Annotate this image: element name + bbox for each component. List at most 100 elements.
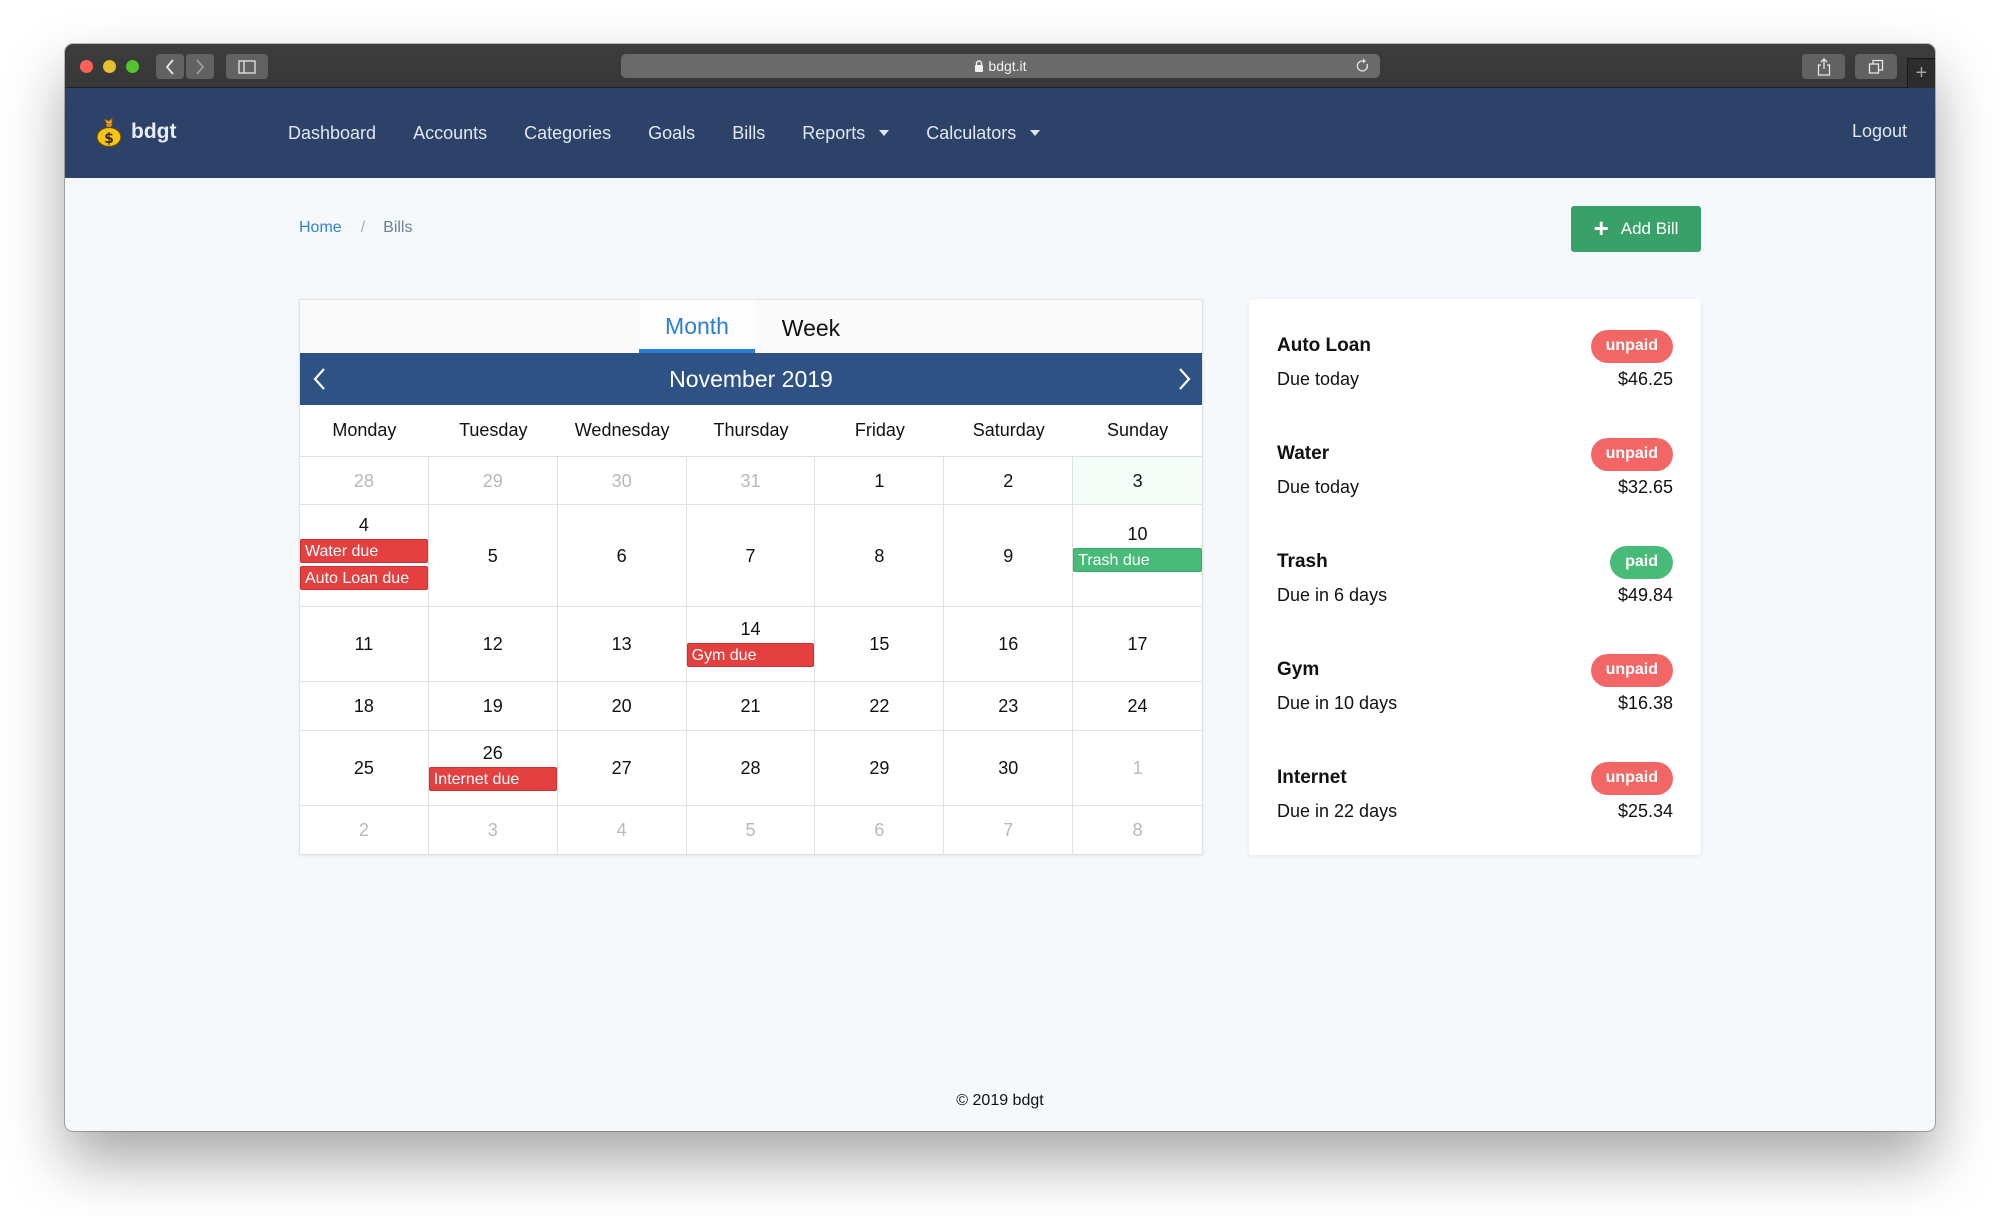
nav-dashboard[interactable]: Dashboard [288,123,376,144]
bill-amount: $32.65 [1617,477,1673,497]
calendar-day-cell[interactable]: 8 [815,505,945,607]
calendar-day-cell[interactable]: 9 [944,505,1074,607]
chevron-right-icon [1179,368,1191,390]
calendar-day-cell[interactable]: 2 [944,457,1074,505]
chevron-right-icon [196,58,205,75]
show-tabs-button[interactable] [1855,54,1897,79]
bill-name: Trash [1277,551,1328,572]
calendar-day-cell[interactable]: 12 [428,607,558,682]
calendar-day-cell[interactable]: 25 [300,731,429,806]
calendar-day-cell[interactable]: 2 [300,806,429,855]
calendar-day-cell[interactable]: 5 [428,505,558,607]
zoom-window-button[interactable] [126,60,139,73]
calendar-day-cell[interactable]: 31 [686,457,816,505]
next-month-button[interactable] [1178,367,1192,397]
calendar-day-cell[interactable]: 7 [944,806,1074,855]
bill-event[interactable]: Auto Loan due [300,566,428,590]
close-window-button[interactable] [80,60,93,73]
nav-label: Reports [802,122,866,143]
chevron-left-icon [165,58,174,75]
plus-icon: + [1915,62,1928,84]
new-tab-button[interactable]: + [1907,58,1935,88]
breadcrumb: Home / Bills [299,219,412,237]
day-number: 10 [1127,524,1148,544]
logout-link[interactable]: Logout [1852,121,1907,142]
sidebar-toggle-button[interactable] [226,54,268,79]
bill-event[interactable]: Internet due [428,767,557,791]
status-badge: paid [1610,545,1673,579]
calendar-day-cell[interactable]: 18 [300,682,429,731]
calendar-day-cell[interactable]: 27 [557,731,687,806]
bill-list-item[interactable]: Water unpaid Due today $32.65 [1277,437,1673,545]
bill-list-item[interactable]: Internet unpaid Due in 22 days $25.34 [1277,761,1673,869]
calendar-day-cell[interactable]: 3 [428,806,558,855]
nav-goals[interactable]: Goals [648,123,695,144]
calendar-day-cell[interactable]: 30 [557,457,687,505]
bill-amount: $46.25 [1617,369,1673,389]
calendar-day-cell[interactable]: 11 [300,607,429,682]
calendar-day-cell[interactable]: 22 [815,682,945,731]
calendar-day-cell[interactable]: 21 [686,682,816,731]
tab-week[interactable]: Week [766,300,856,353]
calendar-day-cell[interactable]: 6 [557,505,687,607]
calendar-day-cell[interactable]: 24 [1073,682,1202,731]
calendar-header: November 2019 [300,353,1202,405]
day-number: 2 [1003,470,1014,491]
calendar-day-cell[interactable]: 4 [557,806,687,855]
nav-accounts[interactable]: Accounts [413,123,487,144]
nav-bills[interactable]: Bills [732,123,765,144]
calendar-day-cell[interactable]: 14 Gym due [686,607,816,682]
calendar-day-cell[interactable]: 10 Trash due [1073,505,1202,607]
reload-icon[interactable] [1356,58,1370,77]
calendar-day-cell[interactable]: 19 [428,682,558,731]
bill-event[interactable]: Gym due [686,643,815,667]
calendar-day-cell[interactable]: 28 [300,457,429,505]
calendar-day-cell[interactable]: 8 [1073,806,1202,855]
nav-categories[interactable]: Categories [524,123,611,144]
back-button[interactable] [156,54,184,79]
calendar-day-cell[interactable]: 28 [686,731,816,806]
share-button[interactable] [1802,54,1845,79]
add-bill-label: Add Bill [1620,219,1679,238]
calendar-day-cell[interactable]: 4 Water due Auto Loan due [300,505,429,607]
calendar-day-cell[interactable]: 26 Internet due [428,731,558,806]
nav-label: Calculators [926,122,1017,143]
add-bill-button[interactable]: + Add Bill [1571,206,1701,252]
day-number: 9 [1003,545,1014,566]
nav-reports-dropdown[interactable]: Reports [802,122,890,144]
calendar-day-cell[interactable]: 13 [557,607,687,682]
calendar-day-cell[interactable]: 23 [944,682,1074,731]
bill-details: Due in 22 days $25.34 [1277,801,1673,822]
forward-button[interactable] [186,54,214,79]
day-number: 8 [874,545,885,566]
calendar-day-cell[interactable]: 29 [815,731,945,806]
previous-month-button[interactable] [312,367,326,397]
calendar-day-cell[interactable]: 6 [815,806,945,855]
calendar-day-cell[interactable]: 16 [944,607,1074,682]
calendar-day-cell[interactable]: 1 [815,457,945,505]
nav-calculators-dropdown[interactable]: Calculators [926,122,1041,144]
calendar-day-cell[interactable]: 5 [686,806,816,855]
breadcrumb-home[interactable]: Home [299,219,342,237]
tab-month[interactable]: Month [639,300,755,353]
day-number: 5 [487,545,498,566]
bill-list-item[interactable]: Gym unpaid Due in 10 days $16.38 [1277,653,1673,761]
calendar-day-cell[interactable]: 20 [557,682,687,731]
calendar-day-cell[interactable]: 15 [815,607,945,682]
brand-link[interactable]: $ bdgt [95,117,176,147]
calendar-day-cell[interactable]: 1 [1073,731,1202,806]
bill-event[interactable]: Water due [300,539,428,563]
bill-list-item[interactable]: Auto Loan unpaid Due today $46.25 [1277,329,1673,437]
address-bar[interactable]: bdgt.it [621,54,1380,78]
day-number: 20 [611,696,632,716]
calendar-day-cell[interactable]: 17 [1073,607,1202,682]
bill-event[interactable]: Trash due [1073,548,1202,572]
calendar-day-cell[interactable]: 30 [944,731,1074,806]
day-number: 31 [740,470,761,491]
bill-list-item[interactable]: Trash paid Due in 6 days $49.84 [1277,545,1673,653]
minimize-window-button[interactable] [103,60,116,73]
calendar-day-cell[interactable]: 7 [686,505,816,607]
day-number: 6 [616,545,627,566]
calendar-day-cell[interactable]: 3 [1073,457,1202,505]
calendar-day-cell[interactable]: 29 [428,457,558,505]
